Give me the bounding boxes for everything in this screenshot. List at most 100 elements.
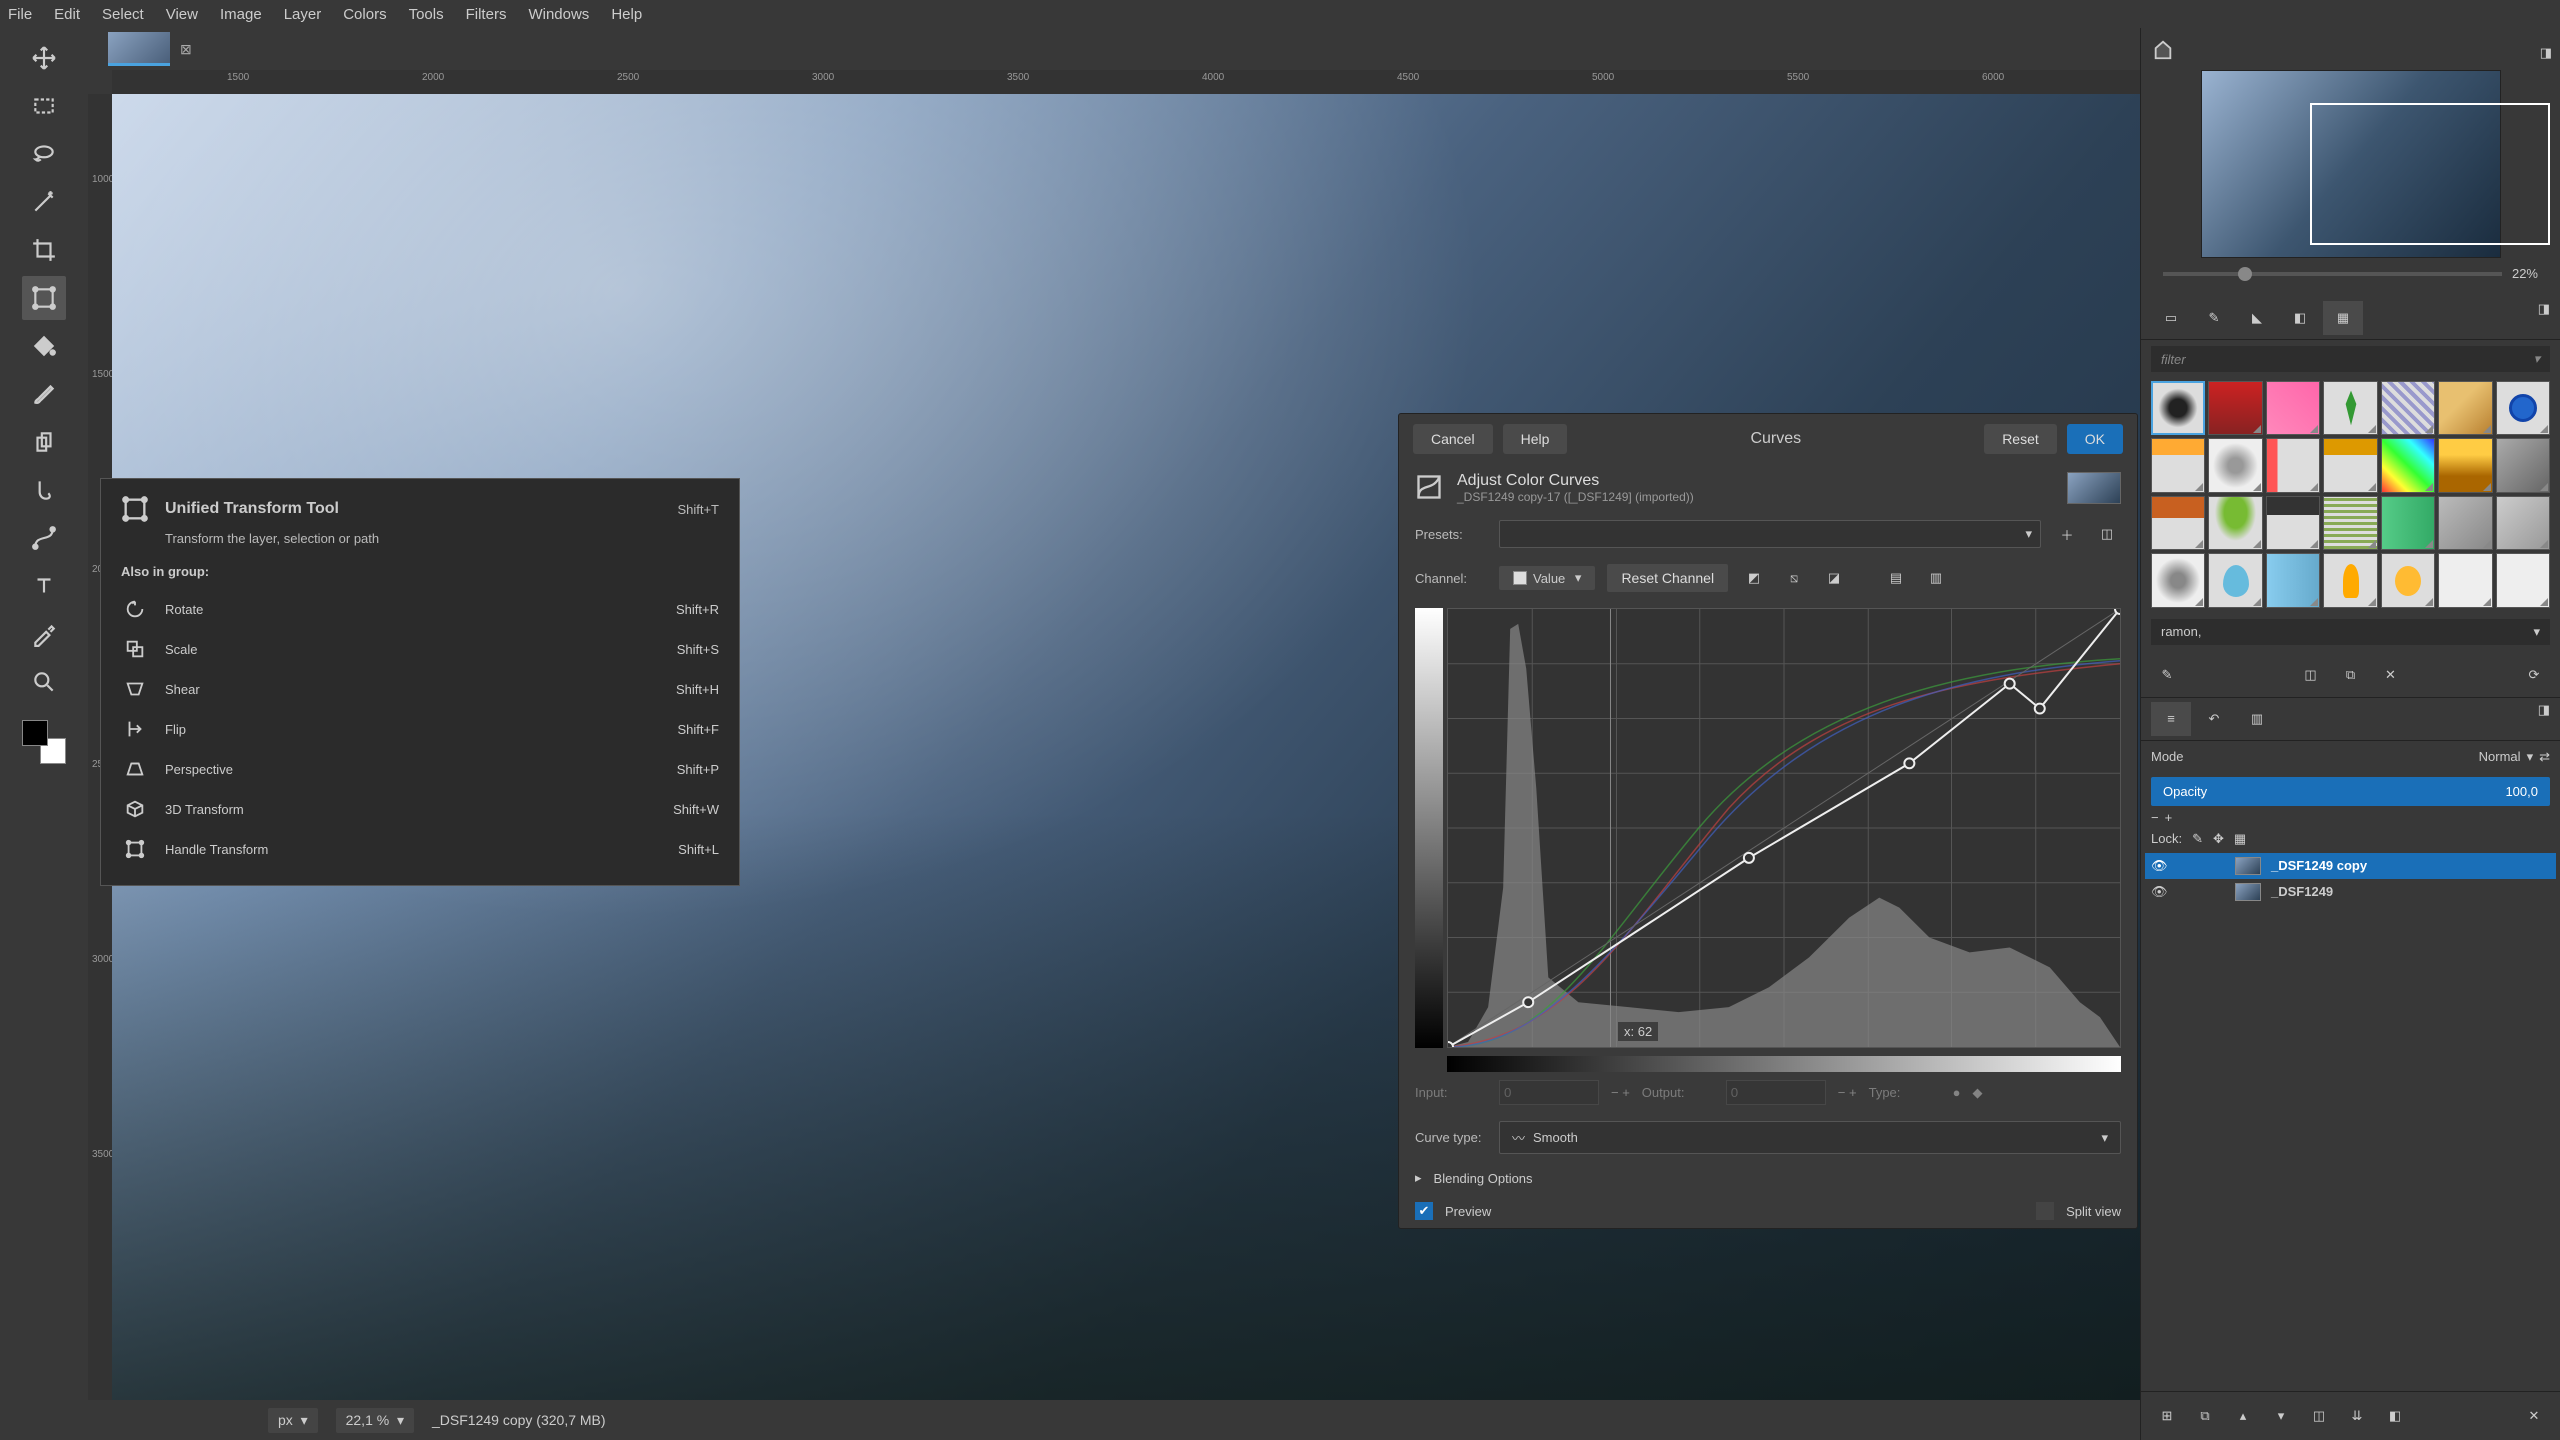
clone-tool[interactable] [22, 420, 66, 464]
brush-item[interactable] [2266, 496, 2320, 550]
brush-item[interactable] [2496, 496, 2550, 550]
menu-select[interactable]: Select [102, 6, 144, 23]
hist-log-icon[interactable]: ▥ [1922, 564, 1950, 592]
histogram-tab-icon[interactable]: ◣ [2237, 301, 2277, 335]
layer-name[interactable]: _DSF1249 [2271, 884, 2333, 899]
brush-item[interactable] [2438, 381, 2492, 435]
brush-item[interactable] [2381, 381, 2435, 435]
brush-item[interactable] [2266, 553, 2320, 607]
move-tool[interactable] [22, 36, 66, 80]
zoom-tool[interactable] [22, 660, 66, 704]
cancel-button[interactable]: Cancel [1413, 424, 1493, 454]
visibility-icon[interactable]: 👁 [2151, 858, 2175, 874]
menu-layer[interactable]: Layer [284, 6, 322, 23]
lower-layer-icon[interactable]: ▾ [2265, 1400, 2297, 1432]
refresh-brush-icon[interactable]: ⟳ [2518, 659, 2550, 691]
paths-tab-icon[interactable]: ▥ [2237, 702, 2277, 736]
brush-item[interactable] [2208, 438, 2262, 492]
opacity-slider[interactable]: Opacity100,0 [2151, 777, 2550, 806]
text-tool[interactable] [22, 564, 66, 608]
point-type-smooth-icon[interactable]: ● [1953, 1085, 1961, 1100]
preset-menu-icon[interactable]: ◫ [2093, 520, 2121, 548]
pointer-tab-icon[interactable]: ◧ [2280, 301, 2320, 335]
brush-item[interactable] [2208, 553, 2262, 607]
lasso-tool[interactable] [22, 132, 66, 176]
brush-name-display[interactable]: ramon,▾ [2151, 619, 2550, 645]
presets-dropdown[interactable]: ▾ [1499, 520, 2041, 548]
bucket-tool[interactable] [22, 324, 66, 368]
brush-item[interactable] [2323, 381, 2377, 435]
blending-expand-icon[interactable]: ▸ [1415, 1170, 1422, 1186]
lock-position-icon[interactable]: ✥ [2213, 831, 2224, 847]
menu-tools[interactable]: Tools [409, 6, 444, 23]
wand-tool[interactable] [22, 180, 66, 224]
pick-gray-icon[interactable]: ⧅ [1780, 564, 1808, 592]
menu-help[interactable]: Help [611, 6, 642, 23]
duplicate-brush-icon[interactable]: ⧉ [2335, 659, 2367, 691]
layer-item[interactable]: 👁 _DSF1249 copy [2145, 853, 2556, 879]
document-tab[interactable] [108, 32, 170, 66]
menu-image[interactable]: Image [220, 6, 262, 23]
raise-layer-icon[interactable]: ▴ [2227, 1400, 2259, 1432]
brush-item[interactable] [2266, 381, 2320, 435]
lock-alpha-icon[interactable]: ▦ [2234, 831, 2246, 847]
pick-black-icon[interactable]: ◩ [1740, 564, 1768, 592]
menu-windows[interactable]: Windows [528, 6, 589, 23]
point-type-corner-icon[interactable]: ◆ [1972, 1085, 1982, 1101]
menu-edit[interactable]: Edit [54, 6, 80, 23]
brush-item[interactable] [2208, 496, 2262, 550]
brush-item[interactable] [2381, 553, 2435, 607]
lock-pixels-icon[interactable]: ✎ [2192, 831, 2203, 847]
new-layer-icon[interactable]: ⊞ [2151, 1400, 2183, 1432]
brush-item[interactable] [2496, 381, 2550, 435]
reset-button[interactable]: Reset [1984, 424, 2057, 454]
fg-bg-colors[interactable] [22, 720, 66, 764]
rect-select-tool[interactable] [22, 84, 66, 128]
layer-item[interactable]: 👁 _DSF1249 [2145, 879, 2556, 905]
panel-menu-icon[interactable]: ◨ [2538, 702, 2550, 736]
color-picker-tool[interactable] [22, 612, 66, 656]
layer-name[interactable]: _DSF1249 copy [2271, 858, 2367, 873]
brush-item[interactable] [2438, 553, 2492, 607]
split-view-checkbox[interactable] [2036, 1202, 2054, 1220]
pick-white-icon[interactable]: ◪ [1820, 564, 1848, 592]
input-field[interactable] [1499, 1080, 1599, 1105]
brush-item[interactable] [2438, 438, 2492, 492]
hist-linear-icon[interactable]: ▤ [1882, 564, 1910, 592]
brush-item[interactable] [2381, 496, 2435, 550]
brush-item[interactable] [2381, 438, 2435, 492]
brush-item[interactable] [2266, 438, 2320, 492]
menu-file[interactable]: File [8, 6, 32, 23]
merge-down-icon[interactable]: ⇊ [2341, 1400, 2373, 1432]
device-tab-icon[interactable]: ✎ [2194, 301, 2234, 335]
mode-dropdown[interactable]: Normal▾⇄ [2194, 749, 2550, 765]
path-tool[interactable] [22, 516, 66, 560]
tool-options-tab-icon[interactable]: ▭ [2151, 301, 2191, 335]
transform-tool[interactable] [22, 276, 66, 320]
panel-menu-icon[interactable]: ◨ [2540, 45, 2552, 61]
brush-tool[interactable] [22, 372, 66, 416]
brush-item[interactable] [2208, 381, 2262, 435]
zoom-dropdown[interactable]: 22,1 % ▾ [336, 1408, 414, 1433]
reset-channel-button[interactable]: Reset Channel [1607, 564, 1728, 592]
brush-filter-input[interactable]: filter▾ [2151, 346, 2550, 372]
brush-item[interactable] [2496, 438, 2550, 492]
help-button[interactable]: Help [1503, 424, 1568, 454]
delete-layer-icon[interactable]: ✕ [2518, 1400, 2550, 1432]
close-tab-icon[interactable]: ⊠ [176, 37, 196, 62]
new-group-icon[interactable]: ⧉ [2189, 1400, 2221, 1432]
smudge-tool[interactable] [22, 468, 66, 512]
menu-filters[interactable]: Filters [466, 6, 507, 23]
new-brush-icon[interactable]: ◫ [2295, 659, 2327, 691]
brushes-tab-icon[interactable]: ▦ [2323, 301, 2363, 335]
navigation-preview[interactable] [2201, 70, 2501, 258]
crop-tool[interactable] [22, 228, 66, 272]
brush-item[interactable] [2323, 438, 2377, 492]
blending-label[interactable]: Blending Options [1434, 1171, 1533, 1186]
delete-brush-icon[interactable]: ✕ [2375, 659, 2407, 691]
duplicate-layer-icon[interactable]: ◫ [2303, 1400, 2335, 1432]
brush-item[interactable] [2438, 496, 2492, 550]
brush-item[interactable] [2323, 496, 2377, 550]
brush-item[interactable] [2151, 496, 2205, 550]
channels-tab-icon[interactable]: ↶ [2194, 702, 2234, 736]
